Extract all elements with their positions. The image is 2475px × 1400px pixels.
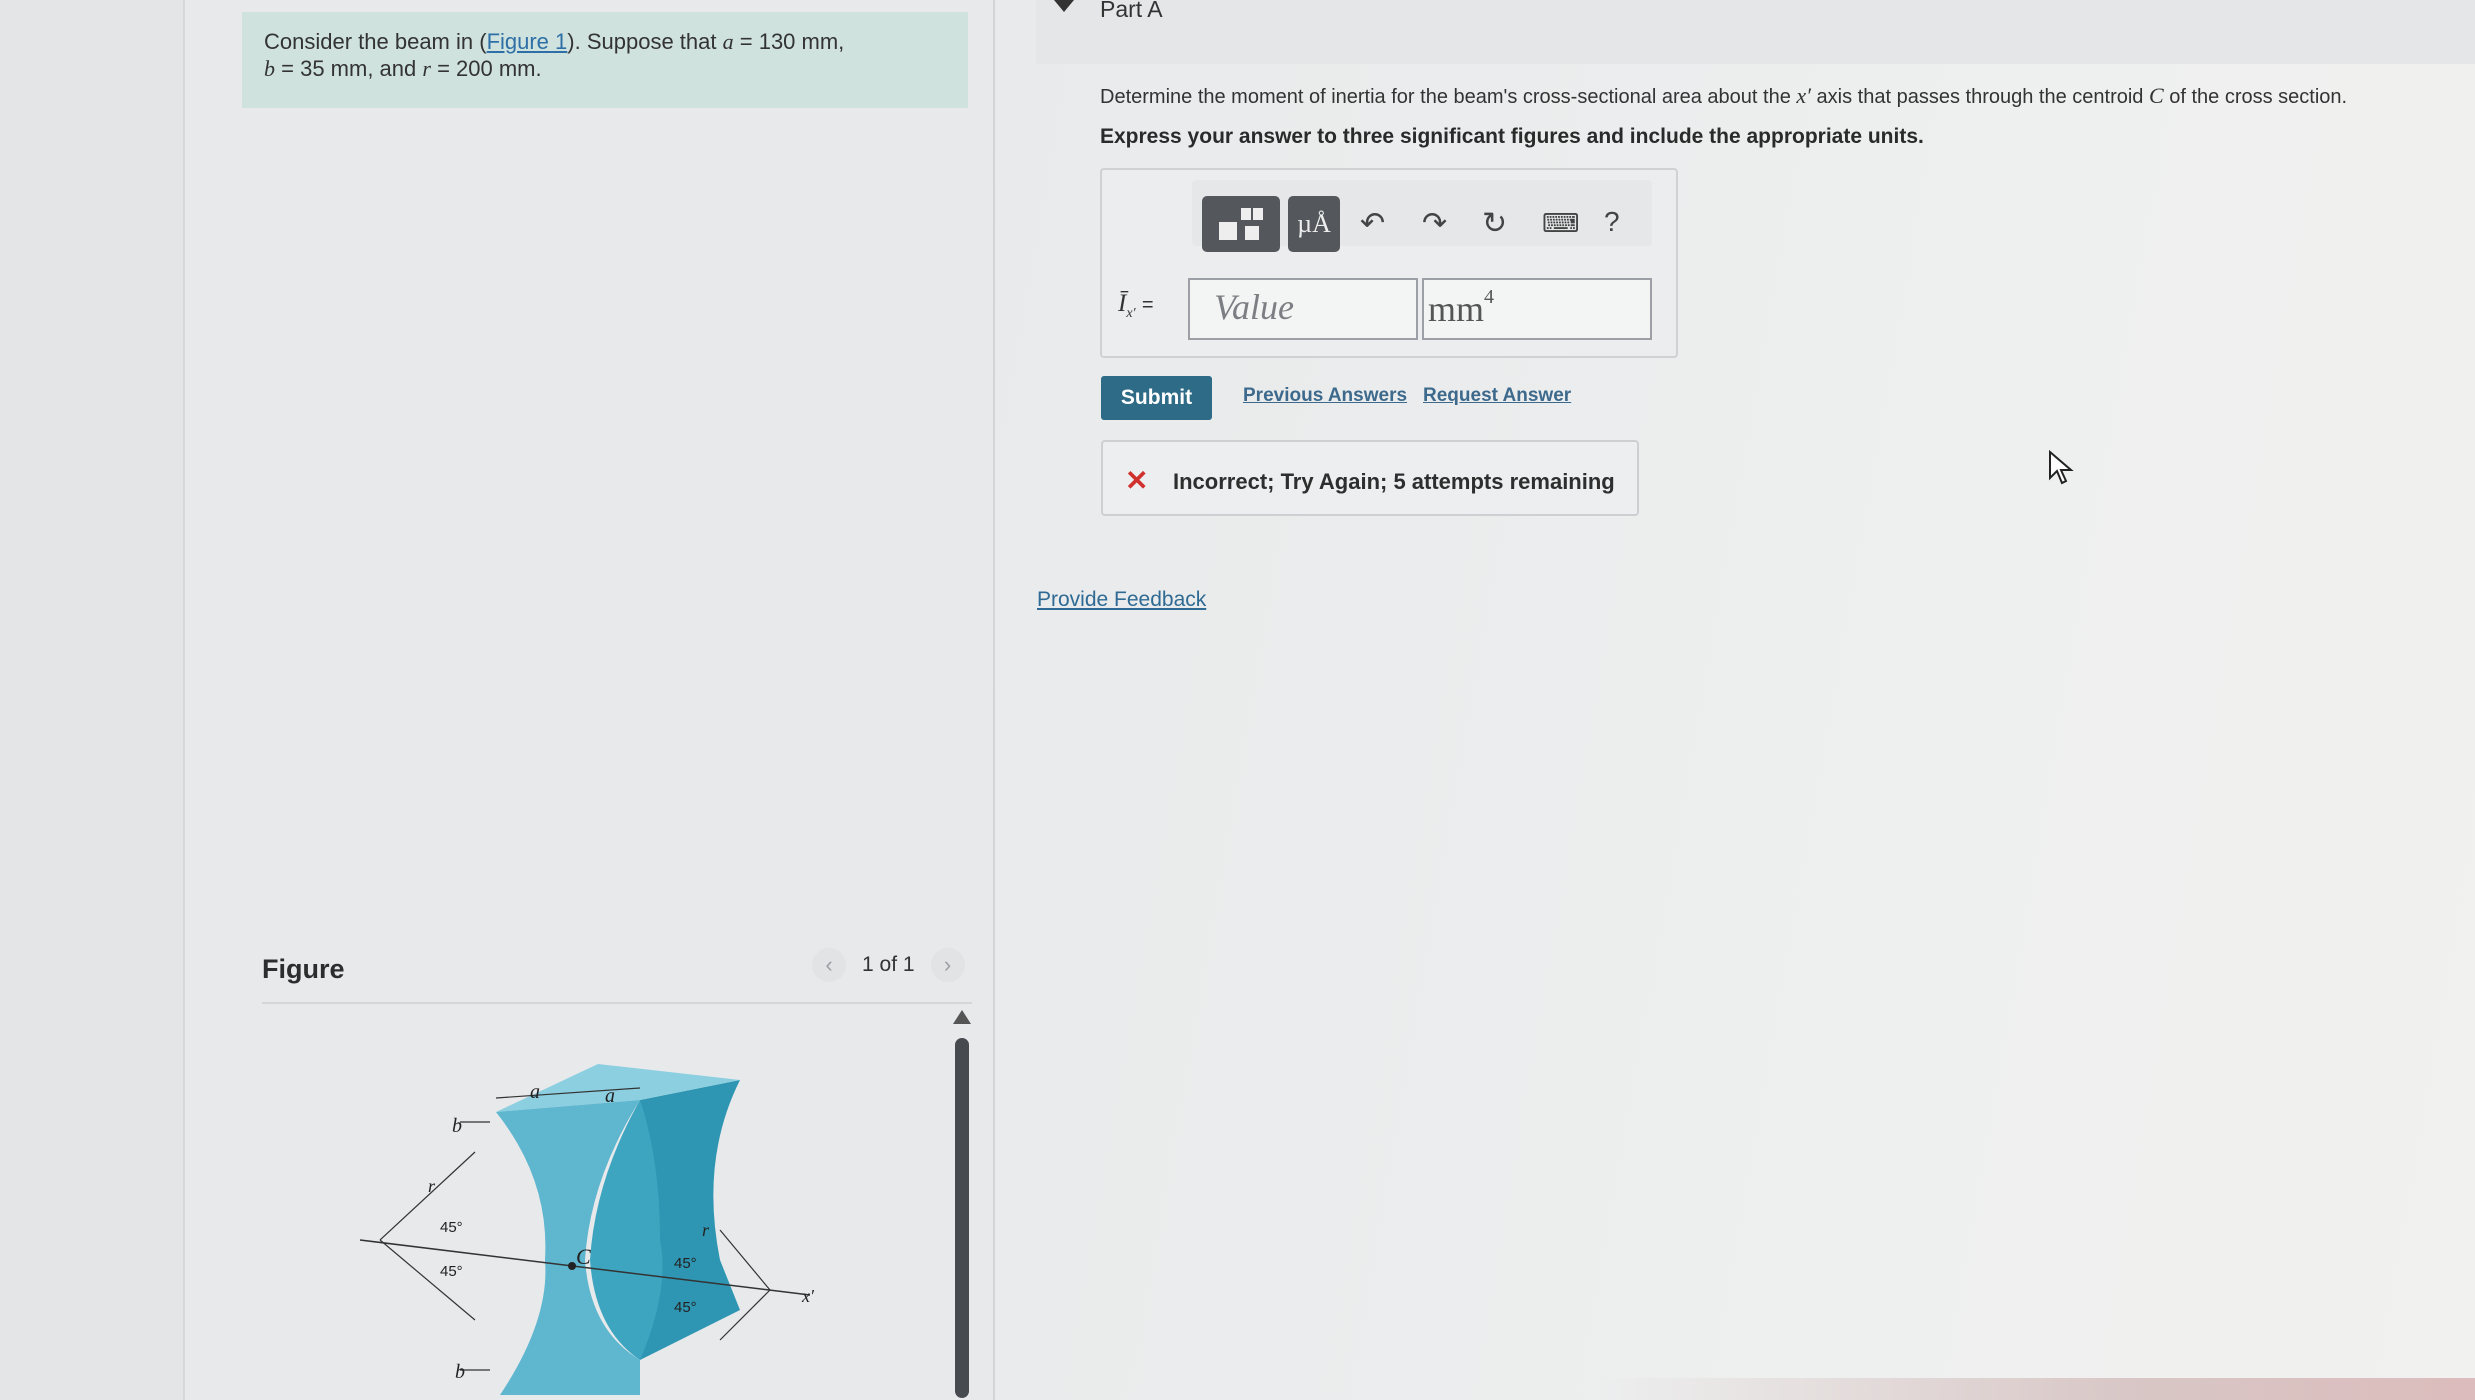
feedback-message: ✕ Incorrect; Try Again; 5 attempts remai…	[1101, 440, 1639, 516]
figure-divider	[262, 1002, 972, 1004]
unit-base: mm	[1428, 289, 1485, 329]
problem-statement: Consider the beam in (Figure 1). Suppose…	[242, 12, 968, 108]
figure-pager: ‹ 1 of 1 ›	[812, 948, 965, 982]
previous-answers-link[interactable]: Previous Answers	[1243, 385, 1407, 407]
figure-scrollbar[interactable]	[952, 1010, 972, 1400]
pager-text: 1 of 1	[862, 953, 915, 976]
label-equals: =	[1141, 294, 1154, 316]
collapse-caret-icon[interactable]	[1054, 0, 1074, 12]
scroll-thumb[interactable]	[955, 1038, 969, 1398]
unit-input[interactable]: mm4	[1422, 278, 1652, 340]
templates-icon[interactable]	[1202, 196, 1280, 252]
label-c: C	[576, 1244, 591, 1269]
label-angle: 45°	[440, 1219, 463, 1236]
units-glyph: µÅ	[1297, 209, 1331, 238]
label-a2: a	[605, 1085, 615, 1107]
question-part: Determine the moment of inertia for the …	[1100, 86, 1791, 108]
reset-icon[interactable]: ↻	[1482, 206, 1507, 241]
beam-figure: a a b b r r C x′ 45° 45° 45° 45°	[359, 1064, 815, 1395]
label-angle: 45°	[674, 1299, 697, 1316]
label-angle: 45°	[674, 1255, 697, 1272]
undo-icon[interactable]: ↶	[1360, 206, 1385, 241]
label-angle: 45°	[440, 1263, 463, 1280]
bottom-edge	[1600, 1378, 2475, 1400]
label-subscript: x′	[1126, 306, 1136, 321]
value-r: = 200 mm.	[437, 56, 542, 81]
chevron-right-icon[interactable]: ›	[930, 948, 965, 982]
unit-exponent: 4	[1484, 286, 1495, 308]
chevron-left-icon[interactable]: ‹	[812, 948, 846, 982]
part-header[interactable]	[1036, 0, 2475, 64]
answer-box: µÅ ↶ ↷ ↻ ⌨ ? Īx′ = Value mm4	[1100, 168, 1678, 358]
submit-button[interactable]: Submit	[1101, 376, 1212, 420]
problem-text: ). Suppose that	[567, 29, 717, 54]
problem-text: Consider the beam in (	[264, 29, 487, 54]
part-title[interactable]: Part A	[1100, 0, 1163, 23]
question-part: axis that passes through the centroid	[1816, 86, 2144, 108]
help-icon[interactable]: ?	[1604, 206, 1620, 238]
units-icon[interactable]: µÅ	[1288, 196, 1340, 252]
redo-icon[interactable]: ↷	[1422, 206, 1447, 241]
label-b1: b	[452, 1115, 462, 1137]
value-a: = 130 mm,	[739, 29, 845, 54]
label-r2: r	[702, 1220, 710, 1240]
math-toolbar: µÅ ↶ ↷ ↻ ⌨ ?	[1192, 180, 1652, 252]
request-answer-link[interactable]: Request Answer	[1423, 385, 1571, 407]
var-r: r	[422, 56, 431, 81]
centroid-dot	[568, 1262, 576, 1270]
keyboard-icon[interactable]: ⌨	[1542, 208, 1580, 239]
value-input[interactable]: Value	[1188, 278, 1418, 340]
error-icon: ✕	[1125, 465, 1149, 496]
question-var: x′	[1796, 83, 1811, 108]
mouse-cursor-icon	[2049, 450, 2074, 485]
var-b: b	[264, 56, 275, 81]
figure-link[interactable]: Figure 1	[487, 29, 568, 54]
instruction-text: Express your answer to three significant…	[1100, 125, 1924, 148]
scroll-up-icon[interactable]	[953, 1010, 971, 1024]
value-b: = 35 mm, and	[281, 56, 417, 81]
feedback-text: Incorrect; Try Again; 5 attempts remaini…	[1173, 469, 1615, 494]
question-text: Determine the moment of inertia for the …	[1100, 83, 2347, 109]
label-r1: r	[428, 1176, 436, 1196]
question-var: C	[2148, 83, 2164, 108]
var-a: a	[722, 29, 734, 54]
left-margin	[0, 0, 185, 1400]
label-x-prime: x′	[801, 1286, 815, 1306]
label-b2: b	[455, 1361, 465, 1383]
provide-feedback-link[interactable]: Provide Feedback	[1037, 588, 1206, 612]
question-part: of the cross section.	[2169, 86, 2348, 108]
figure-title: Figure	[262, 954, 345, 984]
label-a1: a	[530, 1081, 540, 1103]
answer-label: Īx′ =	[1118, 290, 1154, 322]
